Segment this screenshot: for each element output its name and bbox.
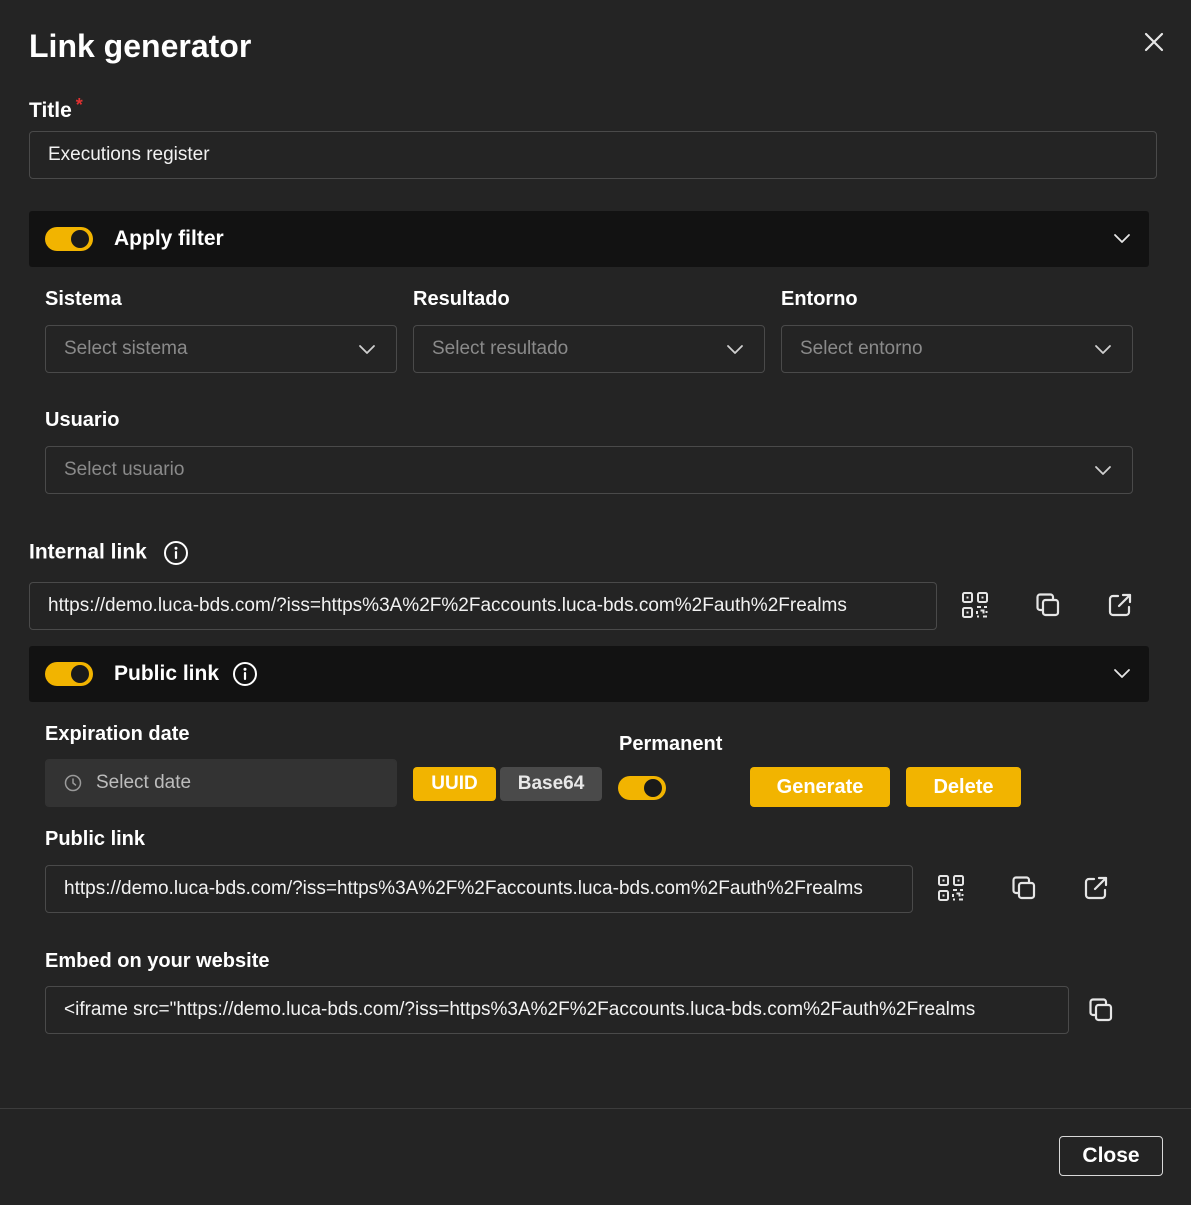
select-usuario[interactable]: Select usuario — [45, 446, 1133, 494]
chevron-down-icon[interactable] — [1113, 666, 1131, 684]
filter-label-resultado: Resultado — [413, 288, 510, 310]
copy-icon[interactable] — [1033, 590, 1063, 620]
copy-icon[interactable] — [1009, 873, 1039, 903]
qr-code-icon[interactable] — [960, 590, 990, 620]
select-sistema-placeholder: Select sistema — [64, 338, 188, 359]
internal-link-label-text: Internal link — [29, 540, 147, 564]
chevron-down-icon — [1095, 466, 1111, 475]
dialog-title: Link generator — [29, 28, 252, 64]
select-resultado[interactable]: Select resultado — [413, 325, 765, 373]
filter-label-entorno: Entorno — [781, 288, 858, 310]
qr-code-icon[interactable] — [936, 873, 966, 903]
uuid-chip[interactable]: UUID — [413, 767, 496, 801]
apply-filter-toggle[interactable] — [45, 227, 93, 251]
copy-icon[interactable] — [1086, 995, 1116, 1025]
date-picker[interactable]: Select date — [45, 759, 397, 807]
title-label-text: Title — [29, 99, 72, 122]
chevron-down-icon — [1095, 345, 1111, 354]
expiration-date-label: Expiration date — [45, 723, 190, 745]
chevron-down-icon — [359, 345, 375, 354]
chevron-down-icon[interactable] — [1113, 231, 1131, 249]
filter-label-usuario: Usuario — [45, 409, 120, 431]
select-sistema[interactable]: Select sistema — [45, 325, 397, 373]
internal-link-input[interactable]: https://demo.luca-bds.com/?iss=https%3A%… — [29, 582, 937, 630]
select-entorno[interactable]: Select entorno — [781, 325, 1133, 373]
date-placeholder: Select date — [96, 772, 192, 793]
generate-button[interactable]: Generate — [750, 767, 890, 807]
permanent-label: Permanent — [619, 733, 723, 755]
select-usuario-placeholder: Select usuario — [64, 459, 185, 480]
external-link-icon[interactable] — [1081, 873, 1111, 903]
public-link-input[interactable]: https://demo.luca-bds.com/?iss=https%3A%… — [45, 865, 913, 913]
info-icon[interactable] — [163, 540, 189, 566]
title-input[interactable]: Executions register — [29, 131, 1157, 179]
apply-filter-title: Apply filter — [114, 227, 224, 250]
permanent-toggle[interactable] — [618, 776, 666, 800]
info-icon[interactable] — [232, 661, 258, 687]
close-icon[interactable] — [1140, 28, 1168, 56]
embed-value: <iframe src="https://demo.luca-bds.com/?… — [64, 999, 976, 1020]
title-label: Title * — [29, 95, 83, 123]
public-link-title: Public link — [114, 662, 220, 685]
external-link-icon[interactable] — [1105, 590, 1135, 620]
internal-link-value: https://demo.luca-bds.com/?iss=https%3A%… — [48, 595, 847, 616]
public-link-field-label: Public link — [45, 828, 146, 850]
clock-icon — [64, 774, 82, 792]
apply-filter-bar[interactable]: Apply filter — [29, 211, 1149, 267]
public-link-value: https://demo.luca-bds.com/?iss=https%3A%… — [64, 878, 863, 899]
select-resultado-placeholder: Select resultado — [432, 338, 569, 359]
public-link-toggle[interactable] — [45, 662, 93, 686]
chevron-down-icon — [727, 345, 743, 354]
public-link-bar[interactable]: Public link — [29, 646, 1149, 702]
filter-label-sistema: Sistema — [45, 288, 122, 310]
required-mark: * — [75, 95, 83, 115]
embed-label: Embed on your website — [45, 950, 270, 972]
embed-input[interactable]: <iframe src="https://demo.luca-bds.com/?… — [45, 986, 1069, 1034]
title-input-value: Executions register — [48, 144, 210, 165]
close-button[interactable]: Close — [1059, 1136, 1163, 1176]
footer-divider — [0, 1108, 1191, 1109]
base64-chip[interactable]: Base64 — [500, 767, 602, 801]
delete-button[interactable]: Delete — [906, 767, 1021, 807]
select-entorno-placeholder: Select entorno — [800, 338, 923, 359]
internal-link-label: Internal link — [29, 540, 189, 566]
